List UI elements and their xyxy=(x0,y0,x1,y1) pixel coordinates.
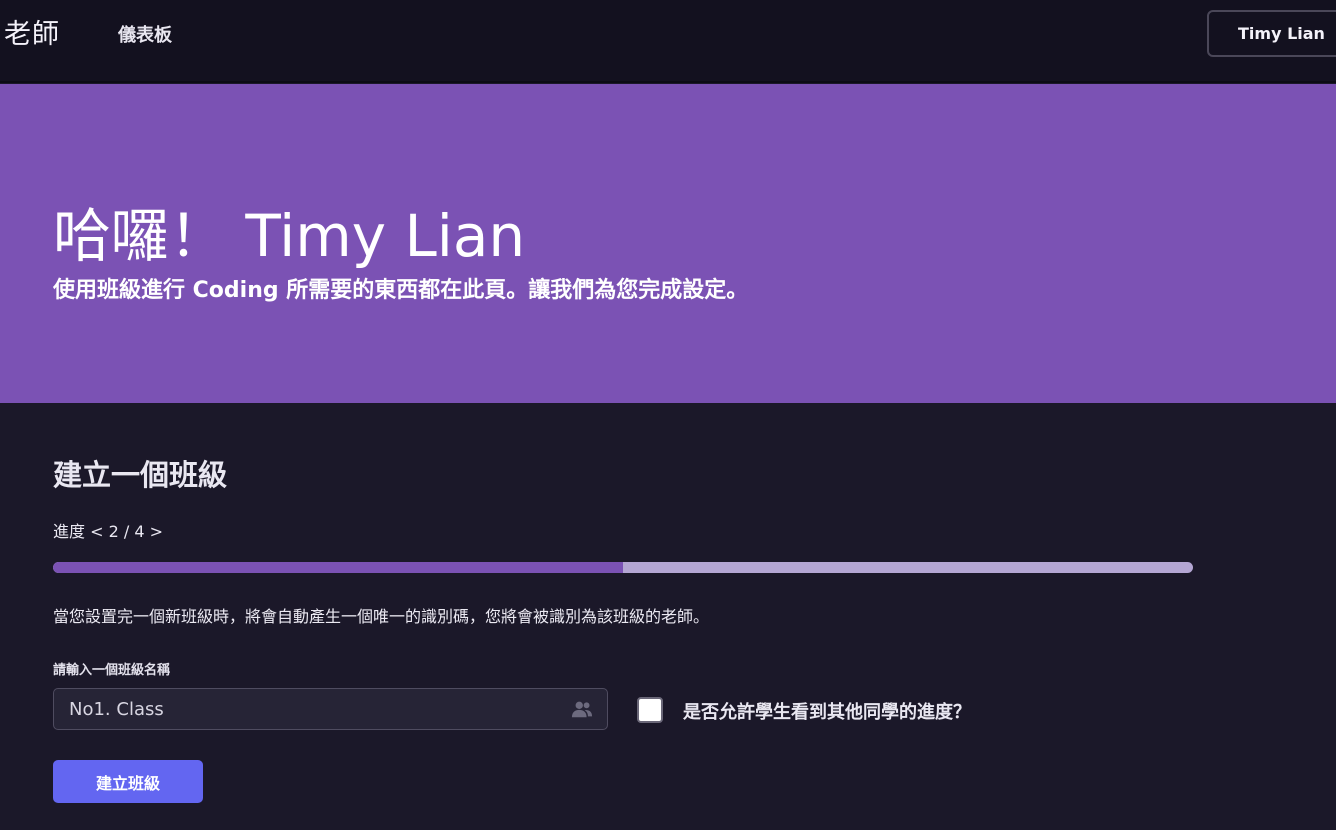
section-title: 建立一個班級 xyxy=(53,458,228,492)
allow-progress-checkbox[interactable] xyxy=(637,697,663,723)
allow-progress-label: 是否允許學生看到其他同學的進度？ xyxy=(683,702,971,723)
brand-title[interactable]: 老師 xyxy=(4,12,60,51)
progress-bar xyxy=(53,562,1193,573)
progress-bar-fill xyxy=(53,562,623,573)
user-menu-button[interactable]: Timy Lian xyxy=(1207,10,1336,57)
top-navbar: 老師 儀表板 Timy Lian xyxy=(0,0,1336,83)
class-name-field-wrapper xyxy=(53,688,608,730)
hero-title: 哈囉！ Timy Lian xyxy=(53,202,526,270)
class-name-input[interactable] xyxy=(54,689,607,729)
info-text: 當您設置完一個新班級時，將會自動產生一個唯一的識別碼，您將會被識別為該班級的老師… xyxy=(53,607,710,626)
create-class-button[interactable]: 建立班級 xyxy=(53,760,203,803)
users-icon xyxy=(571,701,593,718)
nav-dashboard-link[interactable]: 儀表板 xyxy=(118,21,172,47)
progress-label: 進度 < 2 / 4 > xyxy=(53,522,163,541)
hero-subtitle: 使用班級進行 Coding 所需要的東西都在此頁。讓我們為您完成設定。 xyxy=(53,278,749,303)
hero-banner: 哈囉！ Timy Lian 使用班級進行 Coding 所需要的東西都在此頁。讓… xyxy=(0,84,1336,403)
class-name-label: 請輸入一個班級名稱 xyxy=(53,663,171,678)
